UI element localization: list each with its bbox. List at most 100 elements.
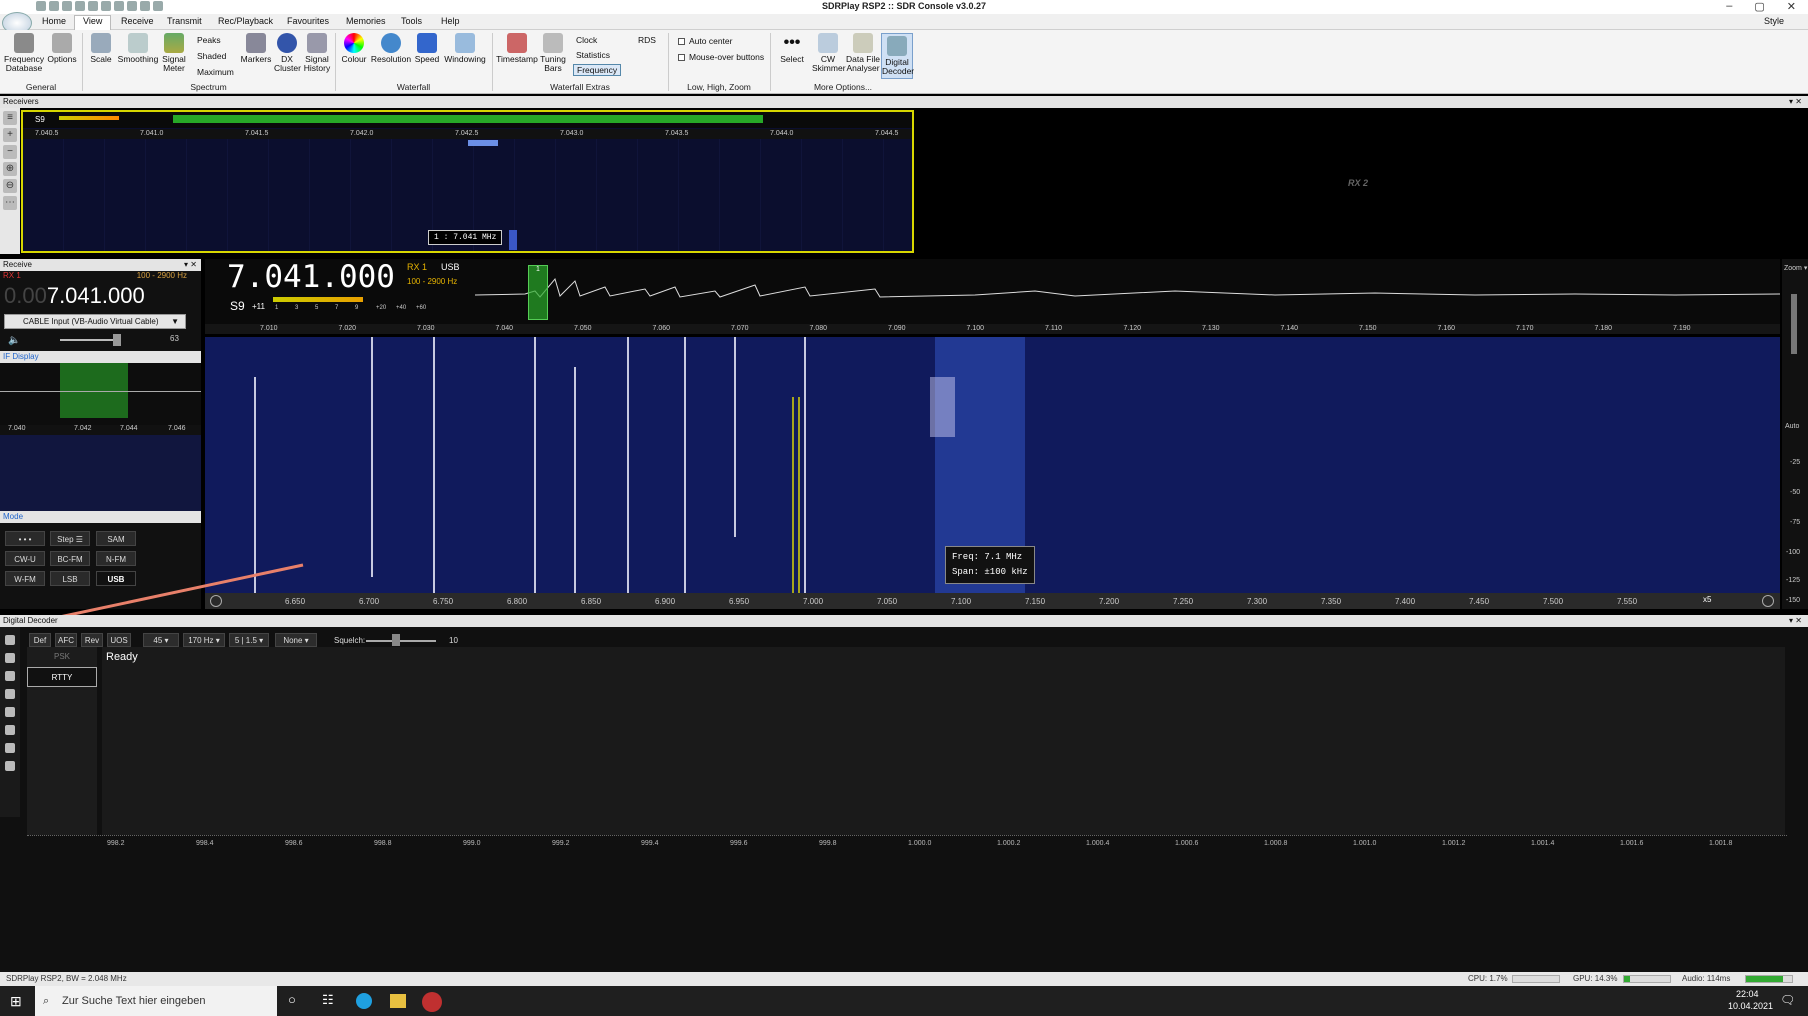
close-icon[interactable]: ▾ ✕ [1789, 615, 1802, 627]
play-icon[interactable] [5, 743, 15, 753]
mode-more-button[interactable]: • • • [5, 531, 45, 546]
volume-slider-thumb[interactable] [113, 334, 121, 346]
auto-button[interactable]: Auto [1785, 423, 1799, 430]
peaks-button[interactable]: Peaks [197, 35, 221, 45]
mode-step-button[interactable]: Step ☰ [50, 531, 90, 546]
markers-button[interactable]: Markers [240, 33, 272, 64]
colour-button[interactable]: Colour [338, 33, 370, 64]
rds-button[interactable]: RDS [638, 35, 656, 45]
mode-sam-button[interactable]: SAM [96, 531, 136, 546]
maximum-button[interactable]: Maximum [197, 67, 234, 77]
tuning-bars-button[interactable]: Tuning Bars [538, 33, 568, 73]
settings-icon[interactable] [5, 671, 15, 681]
auto-center-checkbox[interactable]: Auto center [678, 36, 732, 46]
clear-icon[interactable] [5, 689, 15, 699]
volume-slider[interactable] [60, 339, 120, 341]
rx1-mini-panel[interactable]: S9 7.040.5 7.041.0 7.041.5 7.042.0 7.042… [21, 110, 914, 253]
def-button[interactable]: Def [29, 633, 51, 647]
level-slider[interactable] [1791, 294, 1797, 354]
scroll-right-icon[interactable] [1762, 595, 1774, 607]
decoder-rtty-item[interactable]: RTTY [27, 667, 97, 687]
options-button[interactable]: Options [46, 33, 78, 64]
speed-button[interactable]: Speed [412, 33, 442, 64]
select-button[interactable]: ••• Select [775, 33, 809, 64]
edge-icon[interactable] [356, 993, 372, 1009]
tab-receive[interactable]: Receive [121, 16, 154, 26]
close-icon[interactable]: ▾ ✕ [184, 259, 197, 271]
if-display[interactable] [0, 363, 201, 425]
task-view-icon[interactable]: ☷ [322, 992, 334, 1008]
copy-icon[interactable] [5, 653, 15, 663]
tab-transmit[interactable]: Transmit [167, 16, 202, 26]
dx-cluster-button[interactable]: DX Cluster [274, 33, 301, 73]
close-icon[interactable]: ✕ [1787, 0, 1796, 13]
clock-time[interactable]: 22:04 [1736, 989, 1759, 999]
signal-meter-button[interactable]: Signal Meter [160, 33, 188, 73]
back-icon[interactable] [5, 761, 15, 771]
shift-dropdown[interactable]: 170 Hz ▾ [183, 633, 225, 647]
signal-history-button[interactable]: Signal History [302, 33, 332, 73]
shaded-button[interactable]: Shaded [197, 51, 226, 61]
group-more-options-label[interactable]: More Options... [770, 82, 916, 92]
resolution-button[interactable]: Resolution [370, 33, 412, 64]
tab-view[interactable]: View [74, 15, 112, 30]
start-icon[interactable]: ⊞ [10, 993, 22, 1010]
waterfall-axis[interactable]: x5 6.650 6.700 6.750 6.800 6.850 6.900 6.950 7.… [205, 593, 1780, 609]
rev-button[interactable]: Rev [81, 633, 103, 647]
remove-icon[interactable]: − [3, 145, 17, 159]
smoothing-button[interactable]: Smoothing [116, 33, 160, 64]
uos-button[interactable]: UOS [107, 633, 131, 647]
maximize-icon[interactable]: ▢ [1754, 0, 1764, 13]
tab-favourites[interactable]: Favourites [287, 16, 329, 26]
decoder-psk-item[interactable]: PSK [27, 647, 97, 667]
save-icon[interactable] [5, 707, 15, 717]
scale-button[interactable]: Scale [88, 33, 114, 64]
tab-rec-playback[interactable]: Rec/Playback [218, 16, 273, 26]
mute-icon[interactable]: 🔈 [8, 335, 20, 346]
menu-icon[interactable]: ≡ [3, 111, 17, 125]
bits-dropdown[interactable]: 5 | 1.5 ▾ [229, 633, 269, 647]
tab-tools[interactable]: Tools [401, 16, 422, 26]
add-icon[interactable]: + [3, 128, 17, 142]
taskbar-search[interactable]: ⌕ Zur Suche Text hier eingeben [35, 986, 277, 1016]
tab-help[interactable]: Help [441, 16, 460, 26]
tab-home[interactable]: Home [42, 16, 66, 26]
audio-source-select[interactable]: CABLE Input (VB-Audio Virtual Cable) ▼ [4, 314, 186, 329]
digital-decoder-button[interactable]: Digital Decoder [881, 33, 914, 79]
squelch-slider[interactable] [366, 640, 436, 642]
style-menu[interactable]: Style [1764, 16, 1784, 26]
main-spectrum[interactable]: 7.041.000 RX 1 USB 100 - 2900 Hz S9 +11 … [205, 259, 1780, 334]
power-icon[interactable] [5, 635, 15, 645]
decoder-output[interactable]: Ready [102, 647, 1785, 835]
statistics-button[interactable]: Statistics [576, 50, 610, 60]
zoom-in-icon[interactable]: ⊕ [3, 162, 17, 176]
print-icon[interactable] [5, 725, 15, 735]
data-file-analyser-button[interactable]: Data File Analyser [845, 33, 881, 73]
zoom-dropdown[interactable]: Zoom ▾ [1784, 264, 1807, 272]
level-control-bar[interactable]: Zoom ▾ Auto -25 -50 -75 -100 -125 -150 [1782, 259, 1808, 609]
squelch-slider-thumb[interactable] [392, 634, 400, 646]
zoom-out-icon[interactable]: ⊖ [3, 179, 17, 193]
more-icon[interactable]: ⋯ [3, 196, 17, 210]
frequency-button[interactable]: Frequency [573, 64, 622, 76]
zoom-level[interactable]: x5 [1703, 595, 1711, 604]
tab-memories[interactable]: Memories [346, 16, 386, 26]
window-controls[interactable]: – ▢ ✕ [1726, 0, 1796, 13]
spectrum-passband[interactable]: 1 [528, 265, 548, 320]
clock-button[interactable]: Clock [576, 35, 597, 45]
windowing-button[interactable]: Windowing [442, 33, 488, 64]
clock-date[interactable]: 10.04.2021 [1728, 1001, 1773, 1011]
notification-icon[interactable]: 🗨 [1780, 993, 1795, 1007]
afc-button[interactable]: AFC [55, 633, 77, 647]
frequency-display[interactable]: 0.007.041.000 [0, 283, 201, 311]
rx1-passband-bar[interactable] [173, 115, 763, 123]
if-waterfall[interactable] [0, 435, 201, 511]
close-icon[interactable]: ▾ ✕ [1789, 96, 1802, 108]
timestamp-button[interactable]: Timestamp [496, 33, 538, 64]
rx1-tuning-marker[interactable] [509, 230, 517, 250]
minimize-icon[interactable]: – [1726, 0, 1732, 13]
baud-dropdown[interactable]: 45 ▾ [143, 633, 179, 647]
frequency-database-button[interactable]: Frequency Database [4, 33, 44, 73]
sdr-console-icon[interactable] [422, 992, 442, 1012]
cw-skimmer-button[interactable]: CW Skimmer [812, 33, 846, 73]
